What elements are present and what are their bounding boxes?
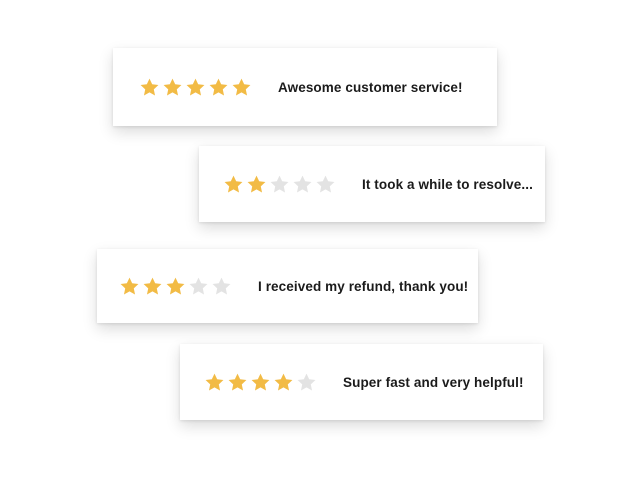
star-icon [139, 77, 160, 98]
review-text: Super fast and very helpful! [343, 374, 524, 390]
star-icon [119, 276, 140, 297]
review-card: Awesome customer service! [113, 48, 497, 126]
star-icon [211, 276, 232, 297]
star-icon [142, 276, 163, 297]
star-icon [188, 276, 209, 297]
review-card: Super fast and very helpful! [180, 344, 543, 420]
review-text: It took a while to resolve... [362, 176, 533, 192]
star-icon [208, 77, 229, 98]
star-icon [162, 77, 183, 98]
star-rating [204, 372, 317, 393]
review-text: Awesome customer service! [278, 79, 463, 95]
star-icon [165, 276, 186, 297]
star-icon [185, 77, 206, 98]
star-rating [119, 276, 232, 297]
star-icon [231, 77, 252, 98]
review-card: It took a while to resolve... [199, 146, 545, 222]
reviews-scene: Awesome customer service! It took a whil… [0, 0, 640, 500]
review-text: I received my refund, thank you! [258, 278, 469, 294]
star-icon [223, 174, 244, 195]
star-icon [227, 372, 248, 393]
star-icon [296, 372, 317, 393]
star-icon [292, 174, 313, 195]
star-rating [139, 77, 252, 98]
star-icon [269, 174, 290, 195]
star-rating [223, 174, 336, 195]
star-icon [250, 372, 271, 393]
star-icon [315, 174, 336, 195]
star-icon [246, 174, 267, 195]
star-icon [273, 372, 294, 393]
review-card: I received my refund, thank you! [97, 249, 478, 323]
star-icon [204, 372, 225, 393]
